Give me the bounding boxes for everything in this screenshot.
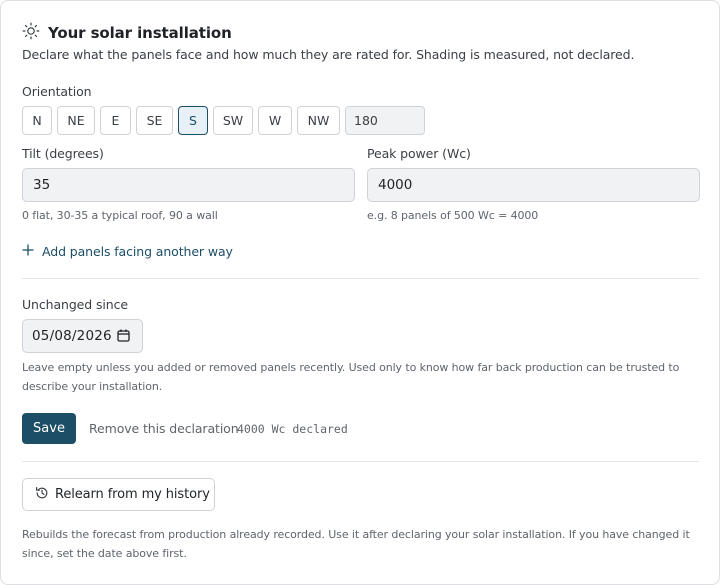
plus-icon [22, 243, 36, 259]
orientation-w-button[interactable]: W [258, 106, 292, 135]
orientation-se-button[interactable]: SE [136, 106, 173, 135]
relearn-button[interactable]: Relearn from my history [22, 478, 215, 511]
orientation-e-button[interactable]: E [100, 106, 131, 135]
unchanged-since-help: Leave empty unless you added or removed … [22, 361, 680, 393]
remove-declaration-link[interactable]: Remove this declaration [89, 421, 239, 436]
divider [22, 461, 699, 462]
history-icon [35, 485, 49, 504]
card-subtitle: Declare what the panels face and how muc… [22, 47, 635, 62]
solar-installation-card: Your solar installation Declare what the… [0, 0, 720, 585]
orientation-ne-button[interactable]: NE [57, 106, 95, 135]
add-panels-link[interactable]: Add panels facing another way [22, 243, 233, 259]
orientation-degrees-input[interactable] [345, 106, 425, 135]
orientation-selector: N NE E SE S SW W NW [22, 106, 425, 135]
peak-power-label: Peak power (Wc) [367, 146, 471, 161]
save-button[interactable]: Save [22, 413, 76, 444]
unchanged-since-label: Unchanged since [22, 297, 128, 312]
tilt-input[interactable] [22, 168, 355, 202]
orientation-nw-button[interactable]: NW [297, 106, 340, 135]
card-header: Your solar installation [22, 22, 232, 44]
unchanged-since-date-input[interactable]: 05/08/2026 [22, 319, 143, 353]
card-title: Your solar installation [48, 24, 232, 42]
tilt-hint: 0 flat, 30-35 a typical roof, 90 a wall [22, 209, 218, 222]
tilt-label: Tilt (degrees) [22, 146, 104, 161]
calendar-icon[interactable] [112, 327, 130, 346]
peak-power-input[interactable] [367, 168, 700, 202]
sun-icon [22, 22, 40, 44]
orientation-sw-button[interactable]: SW [213, 106, 253, 135]
declared-summary: 4000 Wc declared [237, 422, 348, 436]
date-value: 05/08/2026 [32, 328, 112, 344]
orientation-label: Orientation [22, 84, 92, 99]
orientation-n-button[interactable]: N [22, 106, 52, 135]
relearn-label: Relearn from my history [55, 487, 210, 502]
peak-power-hint: e.g. 8 panels of 500 Wc = 4000 [367, 209, 539, 222]
divider [22, 278, 699, 279]
add-panels-label: Add panels facing another way [42, 243, 233, 259]
orientation-s-button[interactable]: S [178, 106, 208, 135]
relearn-help: Rebuilds the forecast from production al… [22, 528, 690, 560]
